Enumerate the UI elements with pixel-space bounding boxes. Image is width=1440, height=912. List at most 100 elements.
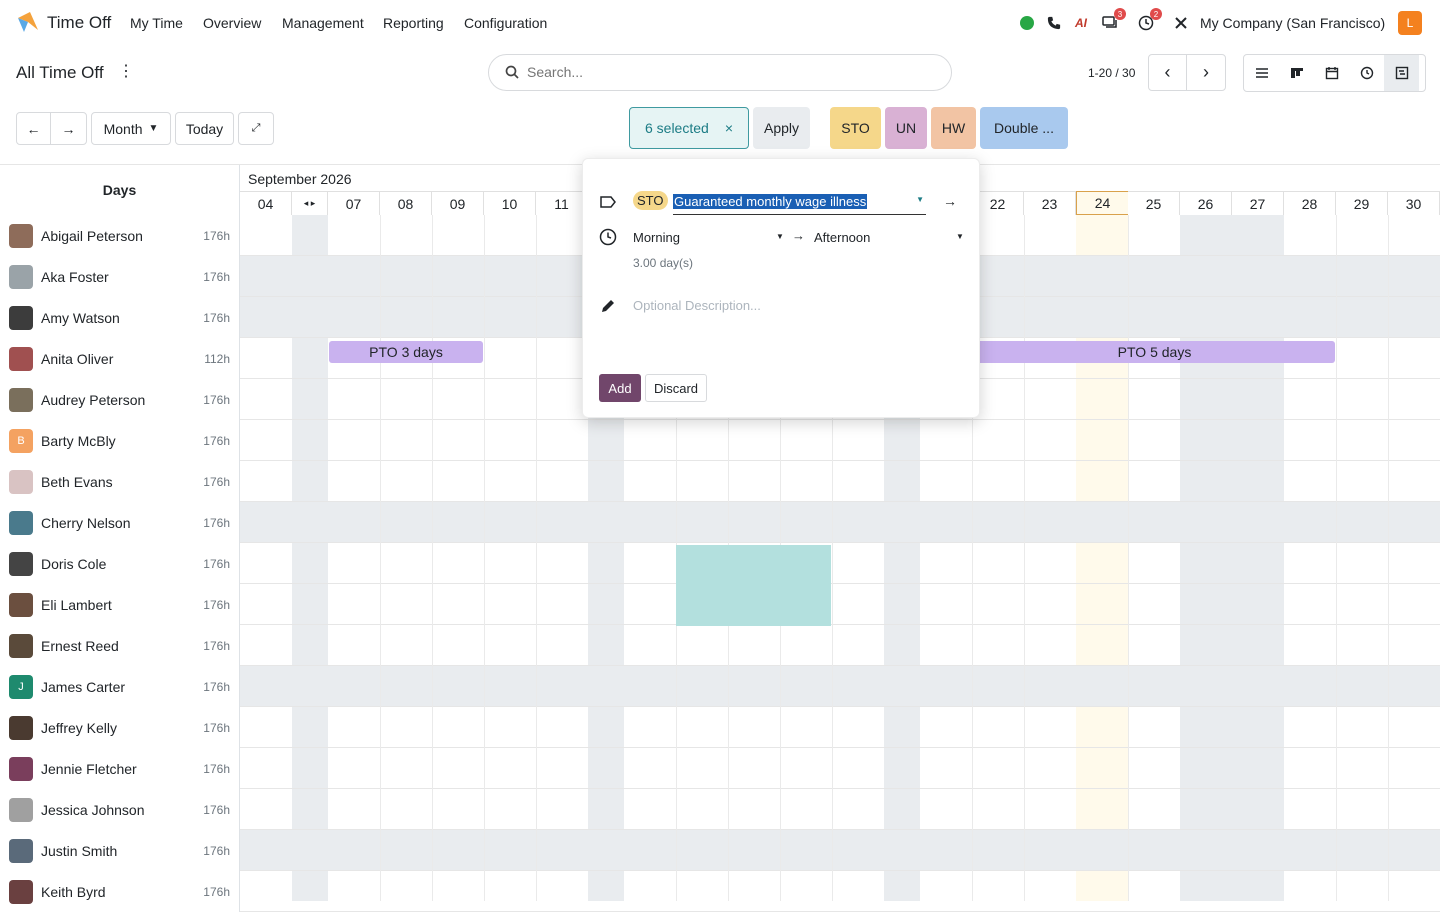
menu-reporting[interactable]: Reporting — [383, 15, 444, 31]
employee-cell[interactable]: Jeffrey Kelly 176h — [0, 707, 240, 748]
employee-cell[interactable]: Beth Evans 176h — [0, 461, 240, 502]
day-07[interactable]: 07 — [328, 191, 380, 215]
activity-view-icon[interactable] — [1349, 55, 1384, 91]
day-08[interactable]: 08 — [380, 191, 432, 215]
previous-period-button[interactable]: ← — [16, 112, 51, 145]
scale-dropdown[interactable]: Month ▼ — [91, 112, 171, 145]
employee-cell[interactable]: Justin Smith 176h — [0, 830, 240, 871]
table-row[interactable]: Jeffrey Kelly 176h — [0, 707, 1440, 748]
employee-cell[interactable]: B Barty McBly 176h — [0, 420, 240, 461]
day-28[interactable]: 28 — [1284, 191, 1336, 215]
activity-clock-icon[interactable]: 2 — [1136, 8, 1162, 33]
ai-icon[interactable]: AI — [1071, 13, 1091, 33]
day-30[interactable]: 30 — [1388, 191, 1440, 215]
employee-cell[interactable]: Amy Watson 176h — [0, 297, 240, 338]
phone-icon[interactable] — [1044, 13, 1064, 33]
table-row[interactable]: Jennie Fletcher 176h — [0, 748, 1440, 789]
type-un-button[interactable]: UN — [885, 107, 927, 149]
day-26[interactable]: 26 — [1180, 191, 1232, 215]
apply-button[interactable]: Apply — [753, 107, 810, 149]
next-period-button[interactable]: → — [50, 112, 87, 145]
table-row[interactable]: J James Carter 176h — [0, 666, 1440, 707]
day-24-today[interactable]: 24 — [1076, 191, 1129, 215]
selected-cells[interactable] — [676, 545, 831, 626]
calendar-view-icon[interactable] — [1314, 55, 1349, 91]
kanban-view-icon[interactable] — [1279, 55, 1314, 91]
tools-icon[interactable] — [1171, 13, 1191, 33]
day-04[interactable]: 04 — [240, 191, 292, 215]
type-sto-button[interactable]: STO — [830, 107, 881, 149]
menu-overview[interactable]: Overview — [203, 15, 261, 31]
messages-badge: 3 — [1114, 8, 1126, 20]
menu-management[interactable]: Management — [282, 15, 364, 31]
add-button[interactable]: Add — [599, 374, 641, 402]
employee-cell[interactable]: Anita Oliver 112h — [0, 338, 240, 379]
employee-cell[interactable]: Jessica Johnson 176h — [0, 789, 240, 830]
quick-create-popover: STO Guaranteed monthly wage illness ▼ → … — [582, 158, 980, 418]
day-27[interactable]: 27 — [1232, 191, 1284, 215]
table-row[interactable]: B Barty McBly 176h — [0, 420, 1440, 461]
leave-type-field[interactable]: Guaranteed monthly wage illness ▼ — [673, 193, 926, 215]
description-input[interactable]: Optional Description... — [633, 298, 761, 313]
close-icon[interactable]: × — [725, 120, 733, 136]
collapsed-weekend-toggle[interactable]: ◂ ▸ — [292, 191, 328, 215]
leave-bar[interactable]: PTO 3 days — [329, 341, 483, 363]
from-period-select[interactable]: Morning — [633, 230, 680, 245]
search-bar[interactable] — [488, 54, 952, 91]
employee-cell[interactable]: Ernest Reed 176h — [0, 625, 240, 666]
employee-cell[interactable]: Aka Foster 176h — [0, 256, 240, 297]
grid-line — [380, 215, 381, 901]
menu-my-time[interactable]: My Time — [130, 15, 183, 31]
employee-cell[interactable]: J James Carter 176h — [0, 666, 240, 707]
app-logo-icon[interactable] — [16, 10, 40, 34]
table-row[interactable]: Ernest Reed 176h — [0, 625, 1440, 666]
employee-cell[interactable]: Abigail Peterson 176h — [0, 215, 240, 256]
day-11[interactable]: 11 — [536, 191, 588, 215]
type-hw-button[interactable]: HW — [931, 107, 976, 149]
pager-next-button[interactable]: › — [1186, 54, 1226, 91]
gantt-view-icon[interactable] — [1384, 55, 1419, 91]
company-switcher[interactable]: My Company (San Francisco) — [1200, 15, 1385, 31]
expand-icon[interactable]: ⤢ — [238, 112, 274, 145]
arrow-right-icon: → — [61, 120, 76, 137]
list-view-icon[interactable] — [1244, 55, 1279, 91]
search-input[interactable] — [527, 64, 927, 80]
table-row[interactable]: Jessica Johnson 176h — [0, 789, 1440, 830]
status-online-icon[interactable] — [1017, 13, 1037, 33]
day-25[interactable]: 25 — [1128, 191, 1180, 215]
actions-menu-icon[interactable]: ⋮ — [118, 64, 134, 84]
to-period-select[interactable]: Afternoon — [814, 230, 870, 245]
pager-previous-button[interactable]: ‹ — [1148, 54, 1187, 91]
employee-cell[interactable]: Eli Lambert 176h — [0, 584, 240, 625]
messages-icon[interactable]: 3 — [1100, 8, 1126, 33]
avatar — [9, 797, 33, 822]
day-23[interactable]: 23 — [1024, 191, 1076, 215]
day-09[interactable]: 09 — [432, 191, 484, 215]
selected-filter[interactable]: 6 selected × — [629, 107, 749, 149]
today-button[interactable]: Today — [175, 112, 234, 145]
open-record-arrow-icon[interactable]: → — [943, 193, 957, 209]
employee-cell[interactable]: Keith Byrd 176h — [0, 871, 240, 912]
pager-value[interactable]: 1-20 / 30 — [1088, 66, 1135, 80]
employee-name: Jeffrey Kelly — [41, 719, 117, 736]
employee-cell[interactable]: Doris Cole 176h — [0, 543, 240, 584]
avatar — [9, 305, 33, 330]
user-avatar[interactable]: L — [1398, 11, 1422, 35]
caret-down-icon: ▼ — [776, 232, 784, 241]
discard-button[interactable]: Discard — [645, 374, 707, 402]
table-row[interactable]: Justin Smith 176h — [0, 830, 1440, 871]
app-name[interactable]: Time Off — [47, 13, 111, 33]
avatar — [9, 510, 33, 535]
table-row[interactable]: Cherry Nelson 176h — [0, 502, 1440, 543]
table-row[interactable]: Beth Evans 176h — [0, 461, 1440, 502]
employee-cell[interactable]: Jennie Fletcher 176h — [0, 748, 240, 789]
employee-cell[interactable]: Cherry Nelson 176h — [0, 502, 240, 543]
table-row[interactable]: Keith Byrd 176h — [0, 871, 1440, 912]
employee-cell[interactable]: Audrey Peterson 176h — [0, 379, 240, 420]
type-double-button[interactable]: Double ... — [980, 107, 1068, 149]
day-10[interactable]: 10 — [484, 191, 536, 215]
employee-name: James Carter — [41, 678, 126, 695]
day-29[interactable]: 29 — [1336, 191, 1388, 215]
leave-bar[interactable]: PTO 5 days — [974, 341, 1335, 363]
menu-configuration[interactable]: Configuration — [464, 15, 547, 31]
